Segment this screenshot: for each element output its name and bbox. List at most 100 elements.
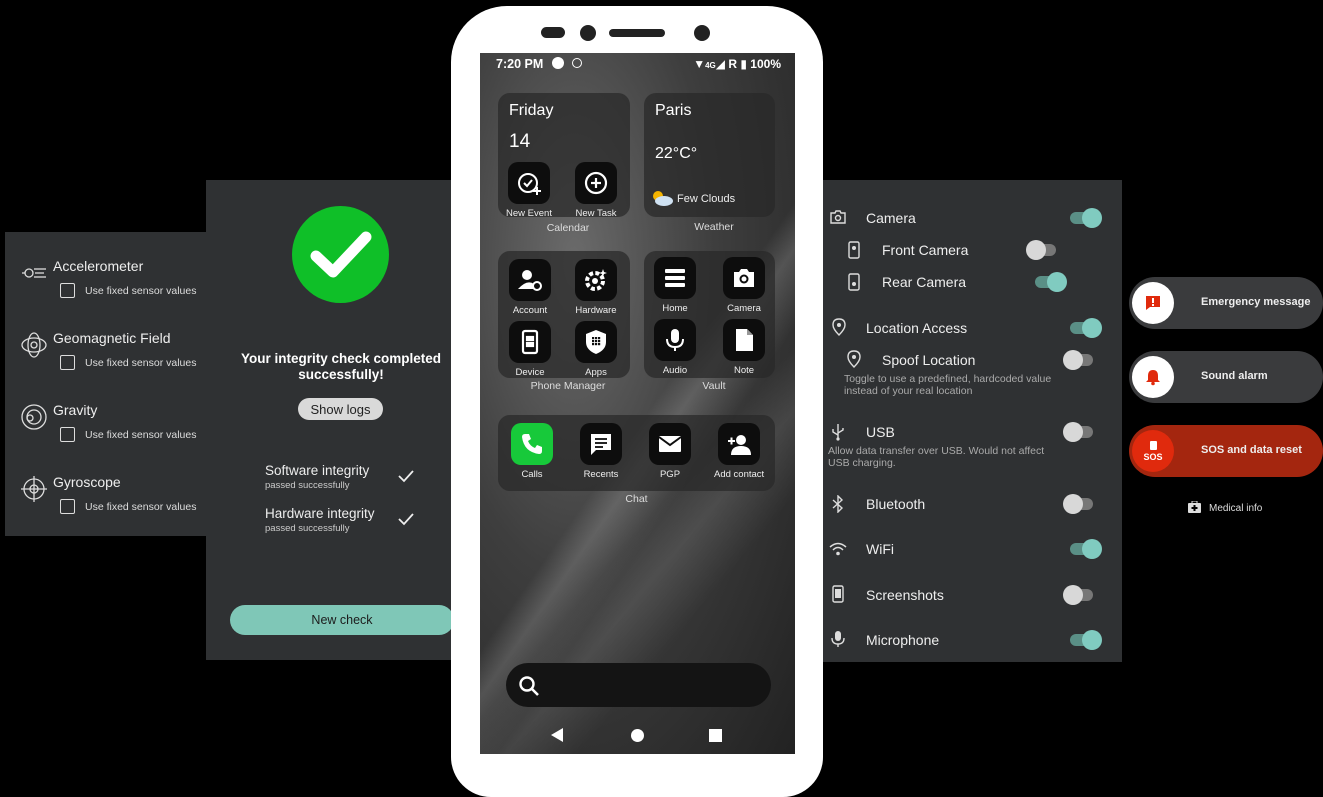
status-time: 7:20 PM xyxy=(496,57,544,71)
checkbox-label: Use fixed sensor values xyxy=(85,429,197,441)
mail-icon xyxy=(649,423,691,465)
wifi-icon xyxy=(829,542,847,556)
show-logs-button[interactable]: Show logs xyxy=(298,398,383,420)
sos-reset-label: SOS and data reset xyxy=(1201,444,1302,456)
status-bar: 7:20 PM ▼4G◢ R ▮ 100% xyxy=(480,53,795,75)
location-toggle[interactable] xyxy=(1070,318,1102,338)
proximity-sensor xyxy=(694,25,710,41)
phone-manager-label: Phone Manager xyxy=(530,380,606,392)
home-app[interactable]: Home xyxy=(650,257,700,314)
back-icon[interactable] xyxy=(550,728,564,742)
sensor-panel: Accelerometer Use fixed sensor values Ge… xyxy=(5,232,210,536)
hardware-app[interactable]: Hardware xyxy=(571,259,621,316)
sensor-name: Accelerometer xyxy=(53,258,144,274)
account-settings-icon xyxy=(509,259,551,301)
sensor-accelerometer: Accelerometer Use fixed sensor values xyxy=(5,232,210,298)
add-circle-icon xyxy=(575,162,617,204)
permission-label: Location Access xyxy=(866,320,968,336)
app-label: Account xyxy=(512,305,548,316)
recents-app[interactable]: Recents xyxy=(576,423,626,480)
app-label: Recents xyxy=(583,469,619,480)
fixed-values-checkbox[interactable] xyxy=(60,283,75,298)
magnetic-field-icon xyxy=(21,332,47,358)
integrity-title: Your integrity check completed successfu… xyxy=(240,351,442,382)
checkbox-label: Use fixed sensor values xyxy=(85,501,197,513)
front-camera-toggle[interactable] xyxy=(1026,240,1056,260)
recents-button-icon[interactable] xyxy=(709,729,722,742)
speaker-grille xyxy=(609,29,665,37)
wifi-signal-icon: ▼ xyxy=(693,57,706,71)
new-check-button[interactable]: New check xyxy=(230,605,454,635)
app-label: Home xyxy=(662,303,688,314)
search-bar[interactable] xyxy=(506,663,771,707)
vault-camera-app[interactable]: Camera xyxy=(719,257,769,314)
app-label: Hardware xyxy=(575,305,617,316)
add-contact-app[interactable]: Add contact xyxy=(714,423,764,480)
camera-toggle[interactable] xyxy=(1070,208,1102,228)
battery-level: 100% xyxy=(750,57,781,71)
screenshots-toggle[interactable] xyxy=(1063,585,1093,605)
app-label: New Event xyxy=(506,208,552,219)
permission-label: Front Camera xyxy=(882,242,969,258)
usb-icon xyxy=(832,424,844,441)
pgp-app[interactable]: PGP xyxy=(645,423,695,480)
calls-app[interactable]: Calls xyxy=(507,423,557,480)
sound-alarm-button[interactable]: Sound alarm xyxy=(1129,351,1323,403)
chat-label: Chat xyxy=(625,493,648,505)
bluetooth-toggle[interactable] xyxy=(1063,494,1093,514)
app-notification-icon xyxy=(552,57,564,69)
new-event-app[interactable]: New Event xyxy=(504,162,554,219)
integrity-panel: Your integrity check completed successfu… xyxy=(206,180,454,660)
app-label: Audio xyxy=(662,365,688,376)
screenshot-icon xyxy=(832,585,844,603)
permission-label: WiFi xyxy=(866,541,894,557)
info-notification-icon xyxy=(572,58,582,68)
weather-widget[interactable]: Paris 22°C° Few Clouds xyxy=(644,93,775,217)
fixed-values-checkbox[interactable] xyxy=(60,499,75,514)
device-icon xyxy=(509,321,551,363)
emergency-message-button[interactable]: Emergency message xyxy=(1129,277,1323,329)
event-check-icon xyxy=(508,162,550,204)
note-app[interactable]: Note xyxy=(719,319,769,376)
checkbox-label: Use fixed sensor values xyxy=(85,357,197,369)
spoof-location-toggle[interactable] xyxy=(1063,350,1093,370)
app-label: New Task xyxy=(575,208,617,219)
app-label: Apps xyxy=(585,367,607,378)
audio-app[interactable]: Audio xyxy=(650,319,700,376)
add-contact-icon xyxy=(718,423,760,465)
app-label: PGP xyxy=(659,469,681,480)
phone-small-icon xyxy=(1149,440,1157,450)
sos-reset-button[interactable]: SOS SOS and data reset xyxy=(1129,425,1323,477)
new-task-app[interactable]: New Task xyxy=(571,162,621,219)
gravity-icon xyxy=(21,404,47,430)
microphone-toggle[interactable] xyxy=(1070,630,1102,650)
usb-toggle[interactable] xyxy=(1063,422,1093,442)
permissions-panel: Camera Front Camera Rear Camera Location… xyxy=(823,180,1122,662)
medical-info-link[interactable]: Medical info xyxy=(1188,501,1262,514)
fixed-values-checkbox[interactable] xyxy=(60,427,75,442)
device-app[interactable]: Device xyxy=(505,321,555,378)
apps-app[interactable]: Apps xyxy=(571,321,621,378)
wifi-toggle[interactable] xyxy=(1070,539,1102,559)
app-label: Camera xyxy=(727,303,761,314)
hardware-integrity-row: Hardware integrity passed successfully xyxy=(265,506,435,534)
fixed-values-checkbox[interactable] xyxy=(60,355,75,370)
calendar-widget[interactable]: Friday 14 New Event New Task xyxy=(498,93,630,219)
sensor-name: Gravity xyxy=(53,402,98,418)
network-type: 4G xyxy=(705,61,716,70)
chat-widget: Calls Recents PGP Add contact xyxy=(498,415,775,491)
phone-icon xyxy=(511,423,553,465)
weather-city: Paris xyxy=(655,102,692,119)
sensor-name: Geomagnetic Field xyxy=(53,330,171,346)
camera-icon xyxy=(723,257,765,299)
account-app[interactable]: Account xyxy=(505,259,555,316)
permission-description: Allow data transfer over USB. Would not … xyxy=(828,445,1045,457)
permission-label: Spoof Location xyxy=(882,352,976,368)
emergency-message-label: Emergency message xyxy=(1201,296,1311,308)
apps-shield-icon xyxy=(575,321,617,363)
calendar-day: Friday xyxy=(509,102,554,119)
home-button-icon[interactable] xyxy=(631,729,644,742)
rear-camera-toggle[interactable] xyxy=(1035,272,1067,292)
list-icon xyxy=(654,257,696,299)
gyroscope-icon xyxy=(21,476,47,502)
